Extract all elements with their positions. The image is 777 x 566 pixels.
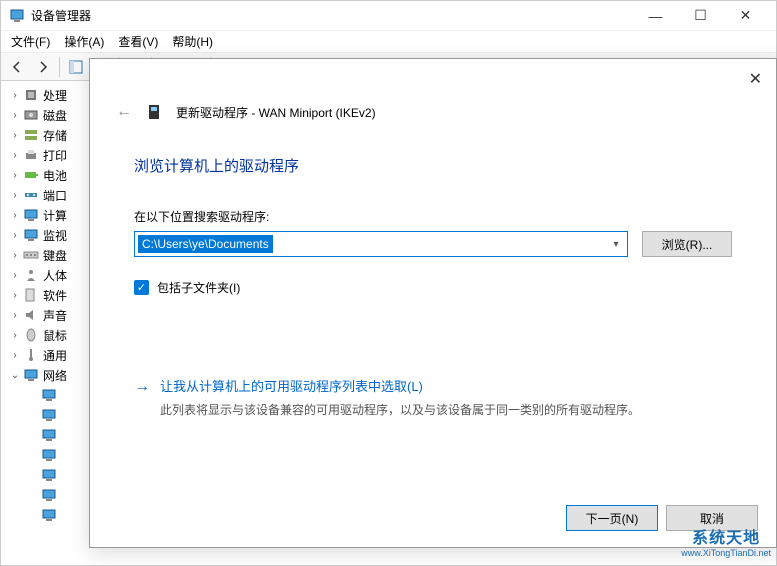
chevron-right-icon: ›: [9, 130, 21, 141]
update-driver-dialog: ✕ ← 更新驱动程序 - WAN Miniport (IKEv2) 浏览计算机上…: [89, 58, 777, 548]
back-button[interactable]: [5, 55, 29, 79]
tree-item-label: 鼠标: [43, 327, 67, 344]
tree-item-monitor[interactable]: › 监视: [9, 225, 93, 245]
chevron-right-icon: ›: [9, 290, 21, 301]
tree-item-label: 网络: [43, 367, 67, 384]
dialog-heading: 浏览计算机上的驱动程序: [134, 155, 732, 176]
tree-item-port[interactable]: › 端口: [9, 185, 93, 205]
tree-item-label: 处理: [43, 87, 67, 104]
tree-item-hid[interactable]: › 人体: [9, 265, 93, 285]
tree-item-storage[interactable]: › 存储: [9, 125, 93, 145]
next-button[interactable]: 下一页(N): [566, 505, 658, 531]
chevron-right-icon: ›: [9, 330, 21, 341]
title-bar: 设备管理器 — ☐ ✕: [1, 1, 776, 31]
path-combobox[interactable]: C:\Users\ye\Documents ▾: [134, 231, 628, 257]
menu-bar: 文件(F) 操作(A) 查看(V) 帮助(H): [1, 31, 776, 53]
watermark-url: www.XiTongTianDi.net: [681, 548, 771, 558]
tree-item-keyboard[interactable]: › 键盘: [9, 245, 93, 265]
include-subfolders-label: 包括子文件夹(I): [157, 279, 240, 296]
browse-button[interactable]: 浏览(R)...: [642, 231, 732, 257]
chevron-right-icon: ›: [9, 90, 21, 101]
menu-help[interactable]: 帮助(H): [166, 31, 219, 52]
window-title: 设备管理器: [31, 7, 633, 24]
tree-item-computer[interactable]: › 计算: [9, 205, 93, 225]
tree-child-network-adapter[interactable]: [9, 505, 93, 525]
chevron-right-icon: ›: [9, 210, 21, 221]
tree-child-network-adapter[interactable]: [9, 405, 93, 425]
dialog-close-button[interactable]: ✕: [749, 69, 762, 89]
menu-action[interactable]: 操作(A): [58, 31, 110, 52]
tree-item-label: 打印: [43, 147, 67, 164]
tree-child-network-adapter[interactable]: [9, 385, 93, 405]
tree-item-label: 声音: [43, 307, 67, 324]
show-hide-tree-button[interactable]: [64, 55, 88, 79]
chevron-right-icon: ›: [9, 150, 21, 161]
tree-item-battery[interactable]: › 电池: [9, 165, 93, 185]
chevron-right-icon: ›: [9, 110, 21, 121]
pick-from-list-title: 让我从计算机上的可用驱动程序列表中选取(L): [160, 376, 640, 395]
device-tree[interactable]: ›处理›磁盘›存储›打印›电池›端口›计算›监视›键盘›人体›软件›声音›鼠标›…: [1, 83, 93, 565]
tree-child-network-adapter[interactable]: [9, 465, 93, 485]
chevron-down-icon: ⌄: [9, 370, 21, 381]
tree-item-label: 通用: [43, 347, 67, 364]
include-subfolders-checkbox[interactable]: ✓: [134, 280, 149, 295]
tree-item-cpu[interactable]: › 处理: [9, 85, 93, 105]
menu-file[interactable]: 文件(F): [5, 31, 56, 52]
dialog-title: 更新驱动程序 - WAN Miniport (IKEv2): [176, 104, 376, 121]
device-icon: [146, 104, 162, 120]
tree-item-usb[interactable]: › 通用: [9, 345, 93, 365]
path-label: 在以下位置搜索驱动程序:: [134, 208, 732, 225]
watermark: 系统天地 www.XiTongTianDi.net: [681, 524, 771, 558]
chevron-right-icon: ›: [9, 190, 21, 201]
dialog-back-button[interactable]: ←: [116, 103, 132, 121]
tree-item-label: 电池: [43, 167, 67, 184]
tree-child-network-adapter[interactable]: [9, 425, 93, 445]
path-value: C:\Users\ye\Documents: [138, 235, 273, 253]
chevron-right-icon: ›: [9, 230, 21, 241]
chevron-right-icon: ›: [9, 350, 21, 361]
arrow-right-icon: →: [134, 376, 150, 419]
close-button[interactable]: ✕: [723, 1, 768, 31]
pick-from-list-link[interactable]: → 让我从计算机上的可用驱动程序列表中选取(L) 此列表将显示与该设备兼容的可用…: [134, 376, 732, 419]
tree-item-label: 人体: [43, 267, 67, 284]
tree-item-disk[interactable]: › 磁盘: [9, 105, 93, 125]
tree-item-label: 监视: [43, 227, 67, 244]
chevron-right-icon: ›: [9, 310, 21, 321]
tree-item-label: 端口: [43, 187, 67, 204]
maximize-button[interactable]: ☐: [678, 1, 723, 31]
tree-child-network-adapter[interactable]: [9, 485, 93, 505]
tree-item-mouse[interactable]: › 鼠标: [9, 325, 93, 345]
pick-from-list-desc: 此列表将显示与该设备兼容的可用驱动程序，以及与该设备属于同一类别的所有驱动程序。: [160, 401, 640, 419]
app-icon: [9, 8, 25, 24]
forward-button[interactable]: [31, 55, 55, 79]
tree-item-printer[interactable]: › 打印: [9, 145, 93, 165]
tree-item-label: 键盘: [43, 247, 67, 264]
chevron-right-icon: ›: [9, 270, 21, 281]
tree-item-label: 存储: [43, 127, 67, 144]
watermark-title: 系统天地: [681, 524, 771, 548]
chevron-right-icon: ›: [9, 250, 21, 261]
menu-view[interactable]: 查看(V): [112, 31, 164, 52]
tree-item-audio[interactable]: › 声音: [9, 305, 93, 325]
tree-item-software[interactable]: › 软件: [9, 285, 93, 305]
tree-item-label: 磁盘: [43, 107, 67, 124]
tree-item-label: 软件: [43, 287, 67, 304]
chevron-right-icon: ›: [9, 170, 21, 181]
tree-child-network-adapter[interactable]: [9, 445, 93, 465]
minimize-button[interactable]: —: [633, 1, 678, 31]
tree-item-network[interactable]: ⌄ 网络: [9, 365, 93, 385]
chevron-down-icon[interactable]: ▾: [605, 239, 627, 250]
tree-item-label: 计算: [43, 207, 67, 224]
